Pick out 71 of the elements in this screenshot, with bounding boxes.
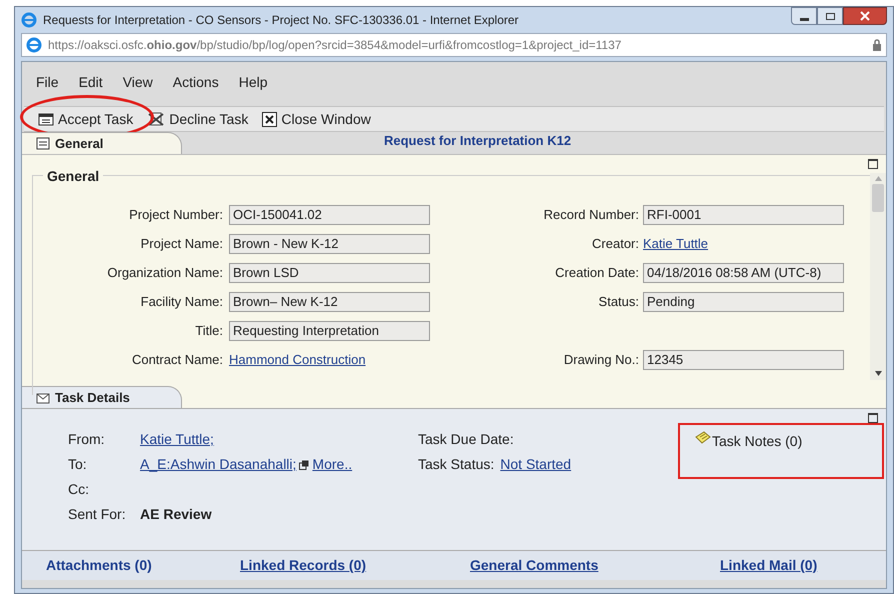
sent-for-value: AE Review [140,505,213,524]
text-field[interactable]: OCI-150041.02 [229,205,430,225]
note-icon [694,431,712,445]
form-icon [38,112,54,126]
due-date-label: Task Due Date: [418,430,515,449]
cc-label: Cc: [68,480,90,499]
address-bar[interactable]: https://oaksci.osfc.ohio.gov/bp/studio/bp/log/open?srcid=3854&model=urfi&fromcostlog=1&project_id=1137 [21,33,887,57]
menu-item[interactable]: Actions [172,72,219,92]
sent-for-label: Sent For: [68,505,127,524]
task-notes-button[interactable]: Task Notes (0) [694,431,802,452]
text-field[interactable]: 04/18/2016 08:58 AM (UTC-8) [643,263,844,283]
link[interactable]: Katie Tuttle [643,234,708,254]
bottom-link[interactable]: Linked Records (0) [240,555,470,576]
link[interactable]: Hammond Construction [229,352,366,368]
field-label: Creator: [591,235,640,254]
text-field[interactable]: Brown - New K-12 [229,234,430,254]
field-label: Creation Date: [554,264,640,282]
close-icon [262,112,278,126]
maximize-button[interactable] [817,7,843,25]
cross-doc-icon [147,111,166,127]
field-label: Drawing No.: [562,351,640,370]
task-status-link[interactable]: Not Started [500,454,572,475]
popup-icon [299,460,310,470]
field-label: Project Number: [128,206,224,224]
scrollbar[interactable] [870,173,886,380]
envelope-icon [36,392,50,404]
more-link[interactable]: More.. [312,454,352,475]
form-icon [36,137,50,150]
toolbar-button[interactable]: Close Window [262,108,371,130]
from-label: From: [68,430,106,449]
menu-item[interactable]: Edit [78,72,103,92]
task-status-label: Task Status: [418,455,494,474]
field-label: Record Number: [542,206,640,224]
to-label: To: [68,455,88,474]
text-field[interactable]: Brown– New K-12 [229,292,430,312]
toolbar-button[interactable]: Decline Task [147,108,248,130]
general-tab[interactable]: General [22,132,182,154]
field-label: Facility Name: [140,293,224,312]
bottom-link[interactable]: General Comments [470,555,720,576]
from-link[interactable]: Katie Tuttle; [140,429,418,450]
field-label: Project Name: [140,235,224,254]
record-title: Request for Interpretation K12 [384,132,572,150]
close-icon [860,11,870,21]
menu-item[interactable]: Help [238,72,268,92]
menu-item[interactable]: View [122,72,153,92]
maximize-icon[interactable] [868,159,878,169]
maximize-icon[interactable] [868,413,878,423]
browser-icon [21,12,37,28]
menu-item[interactable]: File [36,72,59,92]
browser-icon [26,37,42,53]
bottom-link[interactable]: Attachments (0) [22,555,240,576]
field-label: Status: [598,293,640,312]
scroll-down-icon[interactable] [874,371,882,376]
minimize-button[interactable] [791,7,817,25]
text-field[interactable]: Pending [643,292,844,312]
close-button[interactable] [843,7,887,25]
text-field[interactable]: 12345 [643,350,844,370]
text-field[interactable]: Requesting Interpretation [229,321,430,341]
field-label: Title: [194,322,224,340]
url-text: https://oaksci.osfc.ohio.gov/bp/studio/bp/log/open?srcid=3854&model=urfi&fromcostlog=1&project_id=1137 [48,37,622,54]
text-field[interactable]: Brown LSD [229,263,430,283]
lock-icon [872,39,882,51]
toolbar-button[interactable]: Accept Task [38,108,134,130]
bottom-link[interactable]: Linked Mail (0) [720,555,818,576]
field-label: Organization Name: [106,264,224,282]
scroll-thumb[interactable] [872,184,884,212]
to-link[interactable]: A_E:Ashwin Dasanahalli; [140,454,296,475]
text-field[interactable]: RFI-0001 [643,205,844,225]
field-label: Contract Name: [130,351,224,370]
window-title: Requests for Interpretation - CO Sensors - Project No. SFC-130336.01 - Internet Explorer [43,12,519,29]
task-details-tab[interactable]: Task Details [22,386,182,408]
